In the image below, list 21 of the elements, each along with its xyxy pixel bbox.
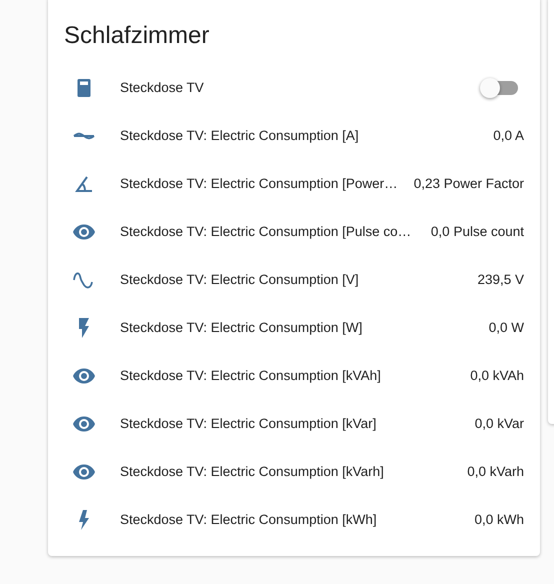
sensor-value: 239,5 V [477, 270, 524, 289]
entity-name: Steckdose TV [120, 78, 205, 97]
toggle-switch[interactable] [480, 78, 520, 98]
sensor-value: 0,0 kVar [474, 414, 524, 433]
entity-name: Steckdose TV: Electric Consumption [V] [120, 270, 360, 289]
entity-name: Steckdose TV: Electric Consumption [A] [120, 126, 360, 145]
sensor-value: 0,0 A [493, 126, 524, 145]
entity-name: Steckdose TV: Electric Consumption [kWh] [120, 510, 378, 529]
sensor-value: 0,0 kWh [474, 510, 524, 529]
entity-name: Steckdose TV: Electric Consumption [W] [120, 318, 364, 337]
sensor-value: 0,0 kVAh [470, 366, 524, 385]
entity-name: Steckdose TV: Electric Consumption [kVarh] [120, 462, 385, 481]
sensor-value: 0,23 Power Factor [414, 174, 524, 193]
sensor-value: 0,0 W [488, 318, 524, 337]
entity-name: Steckdose TV: Electric Consumption [kVar] [120, 414, 378, 433]
entity-name: Steckdose TV: Electric Consumption [kVAh] [120, 366, 382, 385]
sensor-value: 0,0 kVarh [467, 462, 524, 481]
sensor-value: 0,0 Pulse count [430, 222, 524, 241]
entity-name: Steckdose TV: Electric Consumption [Power… [120, 174, 399, 193]
card-title: Schlafzimmer [63, 21, 210, 51]
entity-name: Steckdose TV: Electric Consumption [Pulse co… [120, 222, 412, 241]
